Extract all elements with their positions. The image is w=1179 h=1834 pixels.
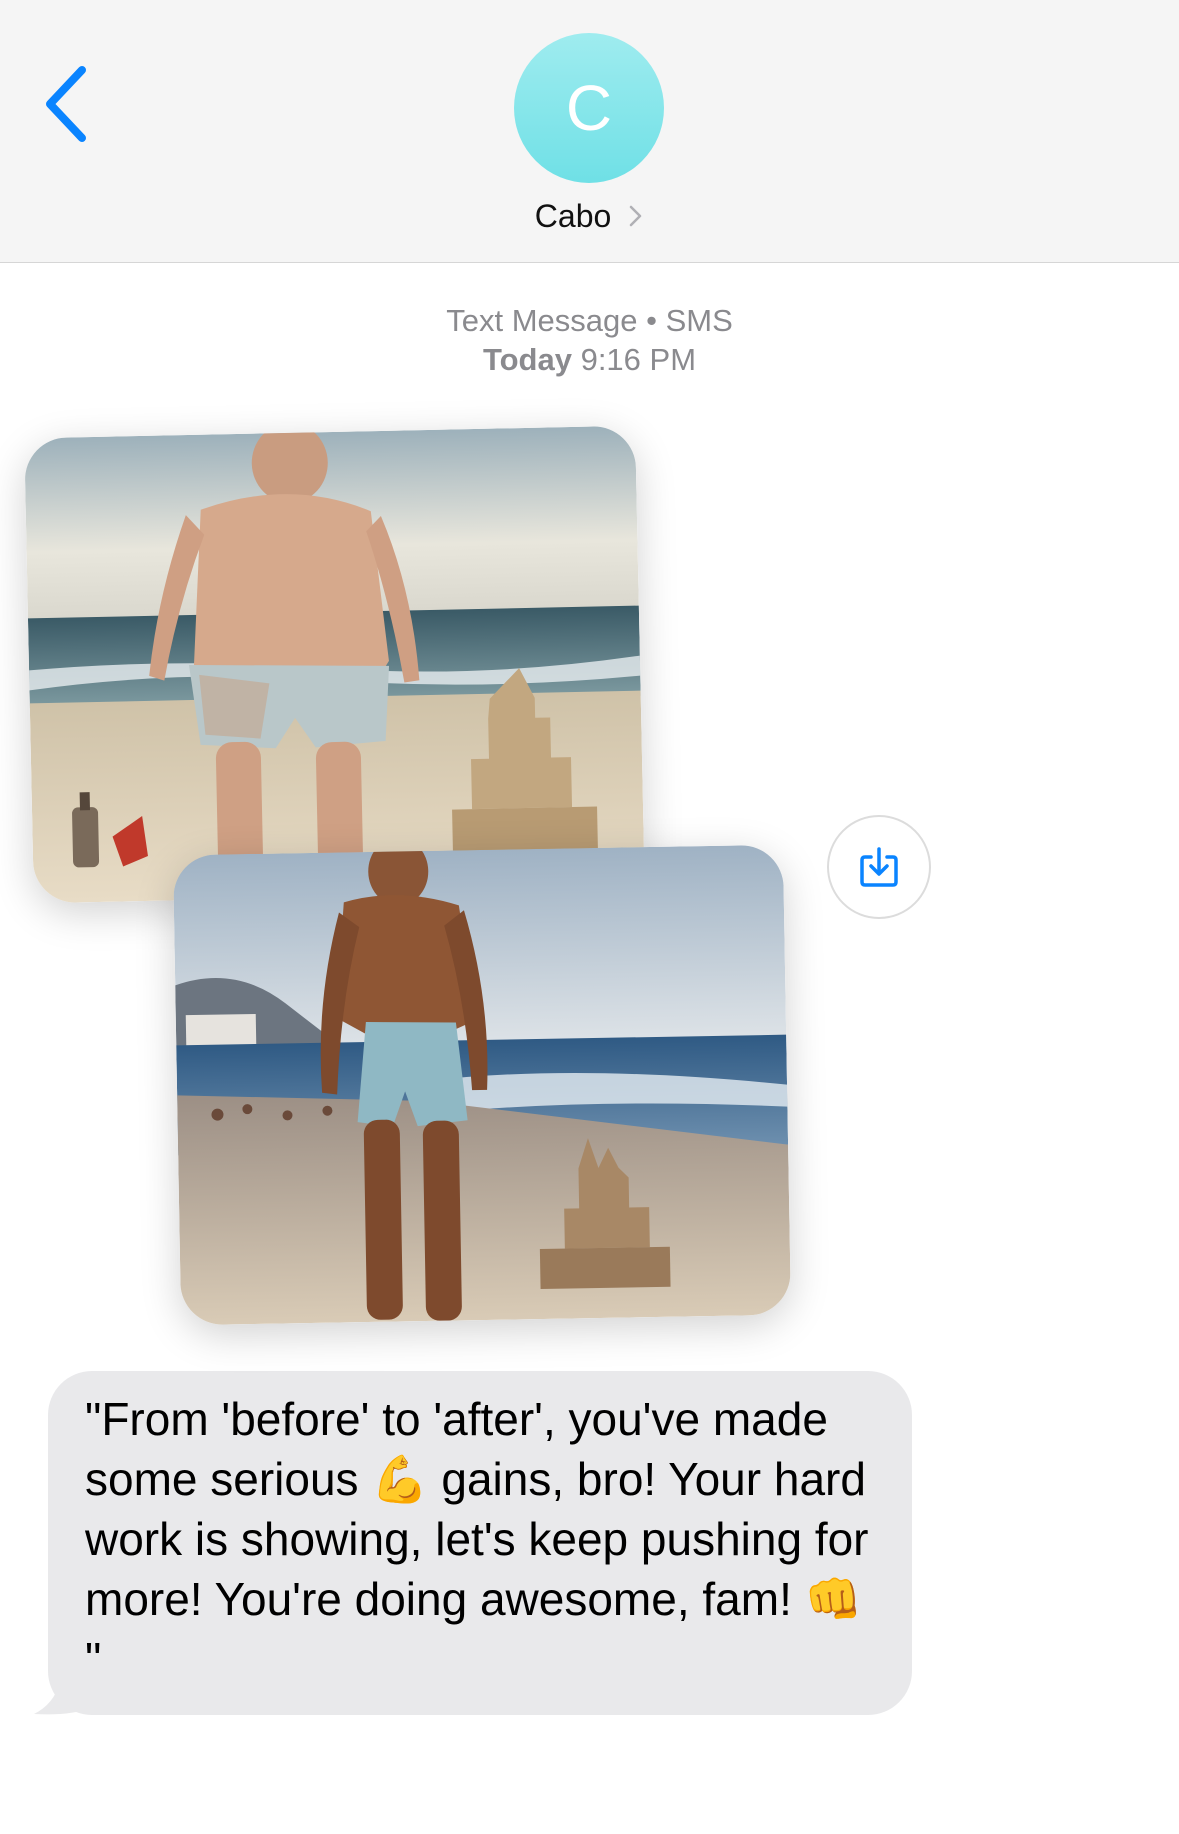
messages-screen: C Cabo Text Message • SMS Today 9:16 PM <box>0 0 1179 1834</box>
message-bubble[interactable]: "From 'before' to 'after', you've made s… <box>48 1371 912 1715</box>
back-button[interactable] <box>38 62 98 146</box>
service-label: Text Message • SMS <box>446 303 733 338</box>
message-meta: Text Message • SMS Today 9:16 PM <box>0 301 1179 379</box>
before-photo-image <box>24 425 645 904</box>
chevron-left-icon <box>46 66 86 142</box>
timestamp-day: Today <box>482 342 572 377</box>
contact-name: Cabo <box>534 198 612 234</box>
download-icon <box>860 847 898 887</box>
save-button[interactable] <box>827 815 931 919</box>
after-photo-image <box>172 844 792 1326</box>
chevron-right-icon <box>629 205 642 226</box>
message-text: "From 'before' to 'after', you've made s… <box>85 1393 869 1685</box>
avatar-initial: C <box>565 72 613 144</box>
timestamp: Today 9:16 PM <box>0 340 1179 379</box>
before-photo[interactable] <box>24 425 645 904</box>
contact-name-button[interactable]: Cabo <box>0 198 1179 235</box>
after-photo[interactable] <box>172 844 792 1326</box>
conversation-header: C Cabo <box>0 0 1179 263</box>
timestamp-time: 9:16 PM <box>580 342 697 377</box>
contact-avatar[interactable]: C <box>514 33 664 183</box>
